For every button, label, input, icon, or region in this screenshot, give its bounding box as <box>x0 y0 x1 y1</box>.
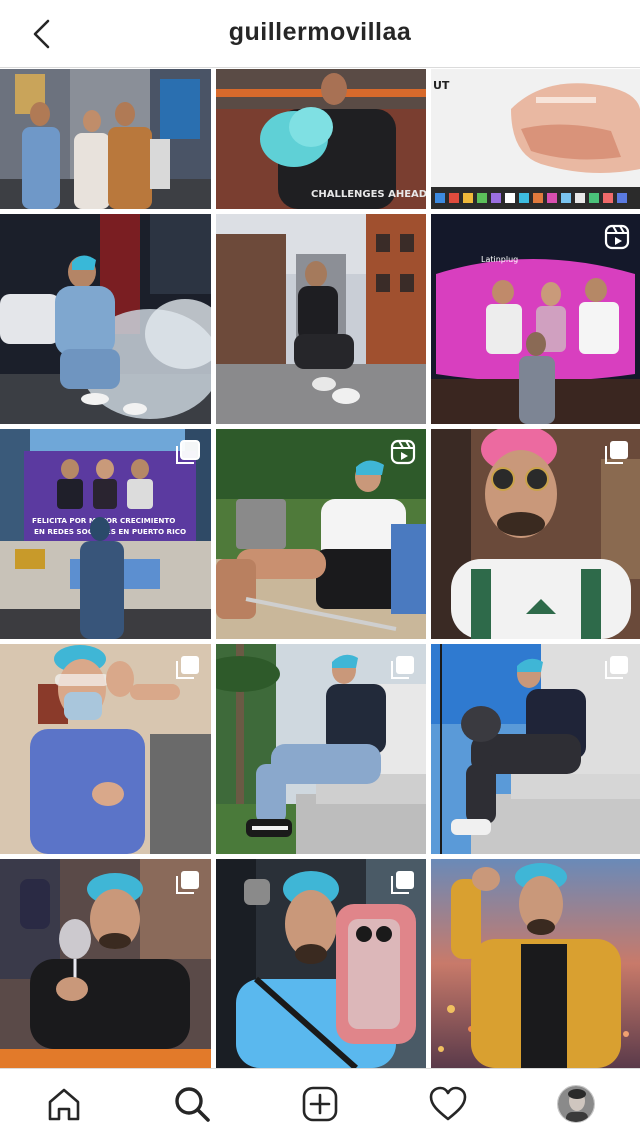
svg-text:UT: UT <box>433 79 450 92</box>
carousel-icon <box>391 871 414 894</box>
post-tile[interactable] <box>216 644 426 854</box>
screen-brand: Latinplug <box>481 255 518 264</box>
post-tile[interactable]: CHALLENGES AHEAD <box>216 69 426 209</box>
post-tile[interactable]: UT <box>431 69 640 209</box>
heart-icon <box>429 1086 467 1120</box>
reel-icon <box>390 439 416 465</box>
nav-profile[interactable] <box>546 1074 606 1134</box>
nav-home[interactable] <box>34 1074 94 1134</box>
avatar <box>557 1084 595 1123</box>
post-image: UT <box>431 69 640 209</box>
post-image <box>216 214 426 424</box>
shirt-text: CHALLENGES AHEAD <box>311 189 426 200</box>
post-tile[interactable] <box>431 644 640 854</box>
post-tile[interactable] <box>0 644 211 854</box>
nav-search[interactable] <box>162 1074 222 1134</box>
add-post-icon <box>302 1086 338 1121</box>
post-tile[interactable] <box>216 859 426 1068</box>
post-tile[interactable]: Latinplug <box>431 214 640 424</box>
nav-activity[interactable] <box>418 1074 478 1134</box>
reel-icon <box>604 224 630 250</box>
post-tile[interactable] <box>0 69 211 209</box>
post-tile[interactable] <box>216 429 426 639</box>
post-tile[interactable] <box>0 214 211 424</box>
post-tile[interactable]: FELICITA POR MAYOR CRECIMIENTO EN REDES … <box>0 429 211 639</box>
post-image: CHALLENGES AHEAD <box>216 69 426 209</box>
posts-grid: CHALLENGES AHEAD UT Latinplug FELICITA P… <box>0 69 640 1068</box>
post-image <box>431 859 640 1068</box>
bottom-navigation <box>0 1068 640 1138</box>
post-image <box>0 69 211 209</box>
nav-create[interactable] <box>290 1074 350 1134</box>
post-tile[interactable] <box>431 429 640 639</box>
post-tile[interactable] <box>216 214 426 424</box>
home-icon <box>48 1088 80 1120</box>
search-icon <box>175 1086 210 1122</box>
carousel-icon <box>176 440 200 464</box>
post-tile[interactable] <box>0 859 211 1068</box>
page-title: guillermovillaa <box>228 18 412 46</box>
carousel-icon <box>605 441 628 464</box>
carousel-icon <box>391 656 414 679</box>
carousel-icon <box>605 656 628 679</box>
billboard-line-2: EN REDES SOCIALES EN PUERTO RICO <box>34 527 186 536</box>
carousel-icon <box>176 656 199 679</box>
post-tile[interactable] <box>431 859 640 1068</box>
carousel-icon <box>176 871 199 894</box>
profile-header: guillermovillaa <box>0 0 640 68</box>
post-image <box>0 214 211 424</box>
